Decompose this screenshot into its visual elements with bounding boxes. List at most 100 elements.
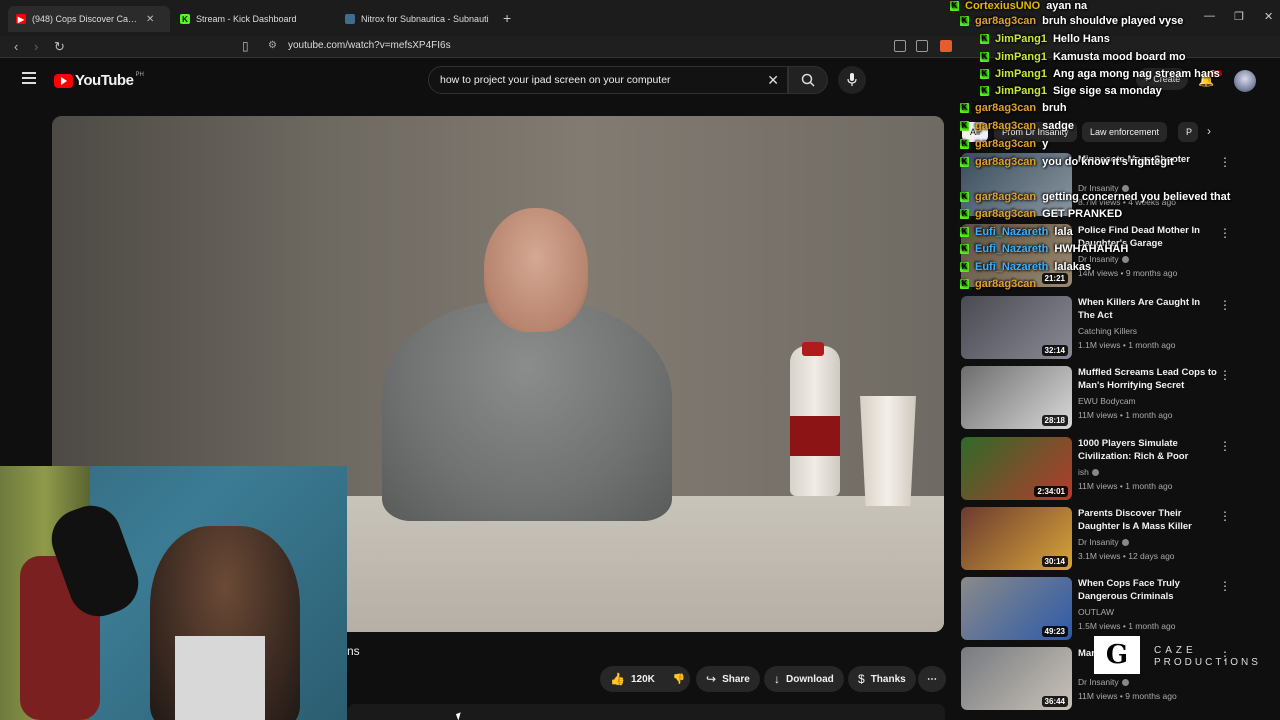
url-field[interactable]: youtube.com/watch?v=mefsXP4FI6s [288,40,451,51]
recommendation-meta: 1.5M views • 1 month ago [1078,621,1176,631]
more-vert-icon[interactable]: ⋮ [1219,226,1231,240]
search-button[interactable] [788,66,828,94]
chat-text: lala [1054,226,1073,238]
chat-message: Kgar8ag3can bruh [960,102,1067,114]
chat-username: JimPang1 [995,85,1047,97]
chat-username: Eufi_Nazareth [975,243,1049,255]
chat-text: bruh shouldve played vyse [1042,15,1184,27]
recommendation-meta: 11M views • 1 month ago [1078,481,1173,491]
recommendation-item[interactable]: 2:34:01 1000 Players Simulate Civilizatio… [961,437,1261,503]
recommendation-channel[interactable]: Catching Killers [1078,326,1137,336]
site-info-icon[interactable]: ⚙ [268,40,277,51]
recommendation-item[interactable]: 49:23 When Cops Face Truly Dangerous Crim… [961,577,1261,643]
video-thumbnail[interactable]: 2:34:01 [961,437,1072,500]
voice-search-button[interactable] [838,66,866,94]
recommendation-channel[interactable]: Dr Insanity [1078,537,1129,547]
tab-label: Stream - Kick Dashboard [196,14,297,24]
chat-message: K JimPang1 Ang aga mong nag stream hans [980,68,1220,80]
youtube-logo[interactable]: YouTube PH [54,72,144,89]
chip-partial[interactable]: P [1178,122,1198,142]
like-count: 120K [630,673,655,685]
search-input[interactable]: how to project your ipad screen on your … [440,74,671,86]
back-icon[interactable]: ‹ [14,39,18,54]
microphone-icon [847,73,857,86]
recommendation-title[interactable]: 1000 Players Simulate Civilization: Rich… [1078,437,1218,463]
watermark-logo: G CAZE PRODUCTIONS [1094,636,1264,676]
recommendation-channel[interactable]: ish [1078,467,1099,477]
reload-icon[interactable]: ↻ [54,39,65,55]
tab-youtube[interactable]: ▶ (948) Cops Discover Car Filled ✕ [8,6,170,32]
like-button[interactable]: 👍 120K 👎 [600,666,690,692]
download-icon: ↓ [774,672,780,686]
kick-icon: K [180,14,190,24]
chip-law-enforcement[interactable]: Law enforcement [1082,122,1168,142]
forward-icon[interactable]: › [34,39,38,54]
download-label: Download [786,673,834,685]
chevron-right-icon[interactable]: › [1207,124,1211,138]
recommendation-title[interactable]: Parents Discover Their Daughter Is A Mas… [1078,507,1218,533]
more-vert-icon[interactable]: ⋮ [1219,509,1231,523]
thanks-button[interactable]: $ Thanks [848,666,916,692]
brave-shield-icon[interactable] [940,40,952,52]
recommendation-meta: 3.1M views • 12 days ago [1078,551,1175,561]
more-vert-icon[interactable]: ⋮ [1219,579,1231,593]
bookmark-icon[interactable]: ▯ [242,39,249,53]
search-box[interactable]: how to project your ipad screen on your … [428,66,788,94]
new-tab-button[interactable]: + [503,10,511,26]
clear-search-icon[interactable]: ✕ [767,72,779,89]
thanks-icon: $ [858,672,865,686]
channel-name: Catching Killers [1078,326,1138,336]
recommendation-item[interactable]: 30:14 Parents Discover Their Daughter Is … [961,507,1261,573]
chat-text: getting concerned you believed that [1042,191,1231,203]
video-thumbnail[interactable]: 28:18 [961,366,1072,429]
tab-nexus[interactable]: Nitrox for Subnautica - Subnautica M [337,6,497,32]
restore-icon[interactable]: ❐ [1234,10,1244,23]
chat-username: Eufi_Nazareth [975,261,1049,273]
video-thumbnail[interactable]: 30:14 [961,507,1072,570]
chat-message: K JimPang1 Kamusta mood board mo [980,51,1186,63]
recommendation-title[interactable]: When Cops Face Truly Dangerous Criminals [1078,577,1218,603]
video-frame-bottle-cap [802,342,824,356]
chat-message: K Eufi_Nazareth HWHAHAHAH [960,243,1128,255]
video-thumbnail[interactable]: 32:14 [961,296,1072,359]
chat-username: Eufi_Nazareth [975,226,1049,238]
dislike-icon[interactable]: 👎 [673,674,685,685]
menu-icon[interactable] [22,72,36,87]
recommendation-item[interactable]: 32:14 When Killers Are Caught In The Act C… [961,296,1261,362]
recommendation-title[interactable]: When Killers Are Caught In The Act [1078,296,1218,322]
tab-kick[interactable]: K Stream - Kick Dashboard [172,6,337,32]
kick-icon: K [960,209,969,220]
share-button[interactable]: ↪ Share [696,666,760,692]
avatar[interactable] [1234,70,1256,92]
recommendation-channel[interactable]: OUTLAW [1078,607,1114,617]
duration-badge: 28:18 [1041,415,1068,426]
chat-username: gar8ag3can [975,156,1037,168]
chat-text: GET PRANKED [1042,208,1123,220]
kick-icon: K [960,279,969,290]
close-window-icon[interactable]: ✕ [1264,10,1273,23]
video-frame-bottle-label [790,416,840,456]
more-vert-icon[interactable]: ⋮ [1219,298,1231,312]
more-vert-icon[interactable]: ⋮ [1219,439,1231,453]
video-thumbnail[interactable]: 36:44 [961,647,1072,710]
chat-message: K JimPang1 Sige sige sa monday [980,85,1162,97]
video-thumbnail[interactable]: 49:23 [961,577,1072,640]
recommendation-item[interactable]: 28:18 Muffled Screams Lead Cops to Man's … [961,366,1261,432]
recommendation-channel[interactable]: EWU Bodycam [1078,396,1136,406]
more-vert-icon[interactable]: ⋮ [1219,368,1231,382]
duration-badge: 21:21 [1041,273,1068,284]
close-tab-icon[interactable]: ✕ [146,14,154,25]
chat-message: Kgar8ag3can bruh shouldve played vyse [960,15,1183,27]
more-vert-icon[interactable]: ⋮ [1219,155,1231,169]
share-page-icon[interactable] [916,40,928,52]
download-button[interactable]: ↓ Download [764,666,844,692]
recommendation-channel[interactable]: Dr Insanity [1078,677,1129,687]
minimize-icon[interactable]: — [1204,10,1215,22]
chat-username: gar8ag3can [975,120,1037,132]
more-actions-button[interactable]: ⋯ [918,666,946,692]
chat-text: ayan na [1046,0,1088,12]
cast-icon[interactable] [894,40,906,52]
recommendation-title[interactable]: Muffled Screams Lead Cops to Man's Horri… [1078,366,1218,392]
kick-icon: K [960,157,969,168]
youtube-play-icon [54,73,73,88]
